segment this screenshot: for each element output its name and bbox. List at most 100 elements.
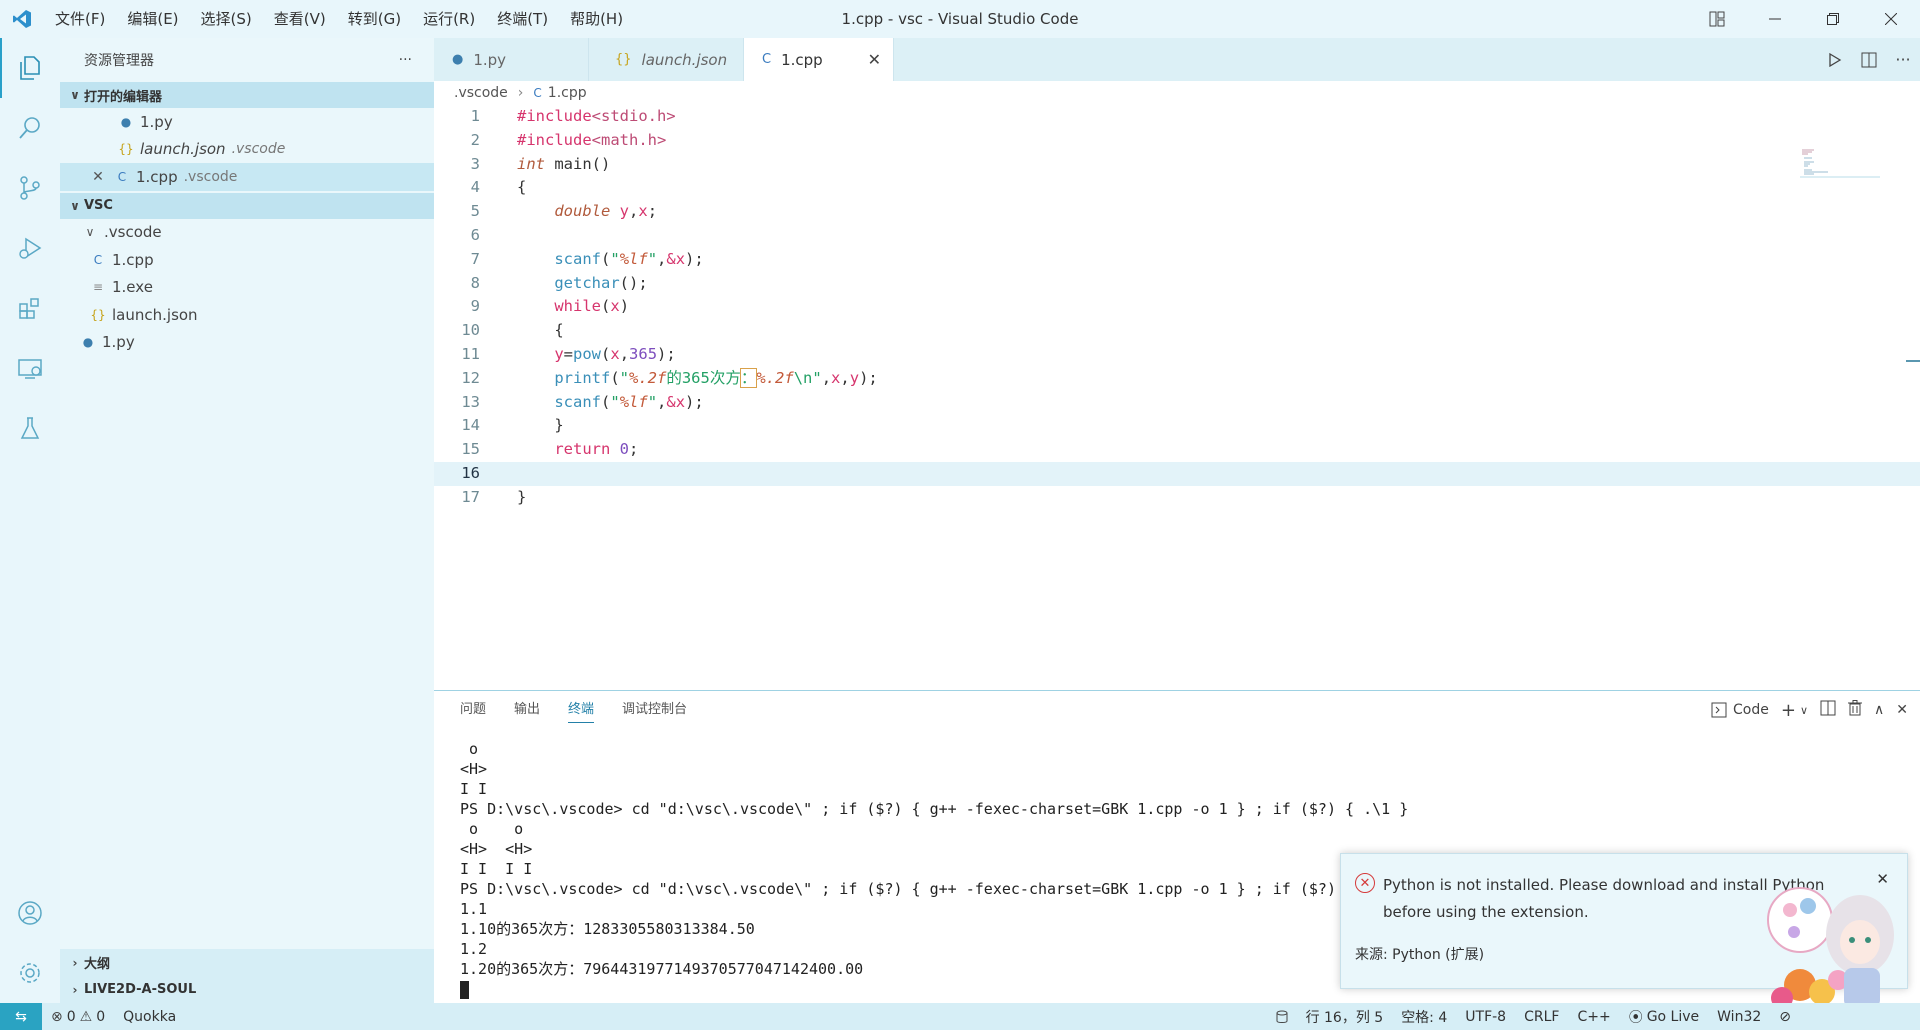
menu-go[interactable]: 转到(G): [337, 0, 412, 38]
remote-indicator-icon[interactable]: ⇆: [0, 1003, 42, 1030]
trash-icon[interactable]: [1848, 700, 1863, 720]
close-panel-icon[interactable]: ✕: [1896, 702, 1908, 718]
open-editors-section[interactable]: ∨ 打开的编辑器: [60, 82, 434, 108]
close-window-button[interactable]: [1862, 0, 1920, 38]
go-live-label: Go Live: [1646, 1008, 1700, 1025]
open-editor-item[interactable]: ● 1.py: [60, 108, 434, 136]
open-editor-item[interactable]: {} launch.json .vscode: [60, 136, 434, 164]
split-editor-icon[interactable]: [1852, 38, 1886, 81]
tab-launch-json[interactable]: {} launch.json: [589, 38, 744, 81]
go-live[interactable]: ⦿ Go Live: [1620, 1007, 1708, 1027]
menu-file[interactable]: 文件(F): [44, 0, 116, 38]
code-text: #include<stdio.h>: [517, 107, 676, 125]
cpp-file-icon: C: [117, 169, 127, 184]
terminal-line: 1.10的365次方：1283305580313384.50: [460, 920, 755, 938]
accounts-icon[interactable]: [0, 883, 60, 943]
cursor-position[interactable]: 行 16，列 5: [1297, 1007, 1393, 1027]
code-editor[interactable]: 1 #include<stdio.h> 2 #include<math.h> 3 in…: [434, 105, 1920, 510]
file-item[interactable]: ≡ 1.exe: [60, 274, 434, 302]
tab-output[interactable]: 输出: [514, 691, 540, 729]
indentation[interactable]: 空格: 4: [1392, 1007, 1456, 1027]
line-number: 4: [470, 178, 480, 197]
code-line: 17}: [434, 486, 1920, 510]
no-sync-icon[interactable]: ⊘: [1770, 1009, 1800, 1025]
menu-terminal[interactable]: 终端(T): [486, 0, 559, 38]
testing-icon[interactable]: [0, 398, 60, 458]
folder-item[interactable]: ∨ .vscode: [60, 219, 434, 247]
close-icon[interactable]: ✕: [88, 169, 108, 185]
menu-selection[interactable]: 选择(S): [190, 0, 263, 38]
terminal-output[interactable]: o <H> I I PS D:\vsc\.vscode> cd "d:\vsc\…: [460, 739, 1408, 999]
code-text: {: [517, 178, 527, 197]
explorer-icon[interactable]: [0, 38, 60, 98]
tab-terminal[interactable]: 终端: [568, 691, 595, 729]
tab-debug-console[interactable]: 调试控制台: [622, 691, 687, 729]
menu-view[interactable]: 查看(V): [263, 0, 337, 38]
editor-actions: ···: [1818, 38, 1920, 81]
minimap[interactable]: [1800, 148, 1880, 178]
database-icon[interactable]: [1267, 1010, 1297, 1024]
more-actions-icon[interactable]: ···: [399, 52, 412, 68]
problems-status[interactable]: ⊗ 0 ⚠ 0: [42, 1009, 114, 1025]
extensions-icon[interactable]: [0, 278, 60, 338]
remote-explorer-icon[interactable]: [0, 338, 60, 398]
json-file-icon: {}: [615, 52, 632, 67]
chevron-down-icon[interactable]: ∨: [1800, 704, 1808, 717]
run-file-icon[interactable]: [1818, 38, 1852, 81]
maximize-panel-icon[interactable]: ∧: [1874, 702, 1884, 718]
outline-section[interactable]: › 大纲: [60, 949, 434, 976]
tab-problems[interactable]: 问题: [460, 691, 486, 729]
file-item[interactable]: C 1.cpp: [60, 246, 434, 274]
workspace-label: VSC: [84, 198, 113, 213]
code-line: 6: [434, 224, 1920, 248]
language-mode[interactable]: C++: [1568, 1009, 1619, 1025]
live2d-section[interactable]: › LIVE2D-A-SOUL: [60, 976, 434, 1003]
terminal-line: o o: [460, 820, 524, 838]
line-number: 11: [461, 344, 480, 363]
tab-1-py[interactable]: ● 1.py: [434, 38, 589, 81]
tab-close-icon[interactable]: ✕: [868, 50, 881, 69]
explorer-sidebar: 资源管理器 ··· ∨ 打开的编辑器 ● 1.py {} launch.json…: [60, 38, 434, 1003]
terminal-line: o: [460, 740, 479, 758]
open-editor-desc: .vscode: [183, 168, 238, 185]
menu-run[interactable]: 运行(R): [412, 0, 486, 38]
live2d-mascot-image[interactable]: [1760, 880, 1910, 1010]
new-terminal-icon[interactable]: +: [1781, 700, 1796, 721]
file-item[interactable]: ● 1.py: [60, 329, 434, 357]
minimize-button[interactable]: [1746, 0, 1804, 38]
tab-1-cpp[interactable]: C 1.cpp ✕: [744, 38, 894, 81]
code-text: printf("%.2f的365次方：%.2f\n",x,y);: [554, 367, 878, 388]
quokka-status[interactable]: Quokka: [114, 1009, 185, 1025]
menu-edit[interactable]: 编辑(E): [116, 0, 189, 38]
menu-bar: 文件(F) 编辑(E) 选择(S) 查看(V) 转到(G) 运行(R) 终端(T…: [44, 0, 634, 38]
more-actions-icon[interactable]: ···: [1886, 38, 1920, 81]
cpp-file-icon: C: [93, 252, 103, 267]
end-of-line[interactable]: CRLF: [1515, 1009, 1568, 1025]
restore-button[interactable]: [1804, 0, 1862, 38]
error-icon: ✕: [1355, 873, 1375, 893]
line-number: 5: [470, 202, 480, 221]
breadcrumb-folder[interactable]: .vscode: [454, 85, 508, 101]
warning-icon: ⚠: [79, 1008, 93, 1025]
source-control-icon[interactable]: [0, 158, 60, 218]
line-number: 7: [470, 249, 480, 268]
breadcrumb-file[interactable]: 1.cpp: [548, 85, 587, 101]
code-line: 5 double y,x;: [434, 200, 1920, 224]
code-line: 3 int main(): [434, 153, 1920, 177]
open-editor-item[interactable]: ✕ C 1.cpp .vscode: [60, 163, 434, 191]
search-icon[interactable]: [0, 98, 60, 158]
encoding[interactable]: UTF-8: [1456, 1009, 1515, 1025]
terminal-name: Code: [1733, 702, 1769, 718]
settings-gear-icon[interactable]: [0, 943, 60, 1003]
workspace-section[interactable]: ∨ VSC: [60, 192, 434, 219]
code-text: int main(): [517, 154, 611, 173]
split-terminal-icon[interactable]: [1820, 700, 1836, 720]
file-item[interactable]: {} launch.json: [60, 301, 434, 329]
run-debug-icon[interactable]: [0, 218, 60, 278]
terminal-selector[interactable]: Code: [1711, 702, 1769, 718]
open-editor-desc: .vscode: [231, 141, 286, 158]
menu-help[interactable]: 帮助(H): [559, 0, 634, 38]
cpp-file-icon: C: [533, 86, 542, 100]
platform[interactable]: Win32: [1708, 1009, 1770, 1025]
layout-icon[interactable]: [1688, 0, 1746, 38]
